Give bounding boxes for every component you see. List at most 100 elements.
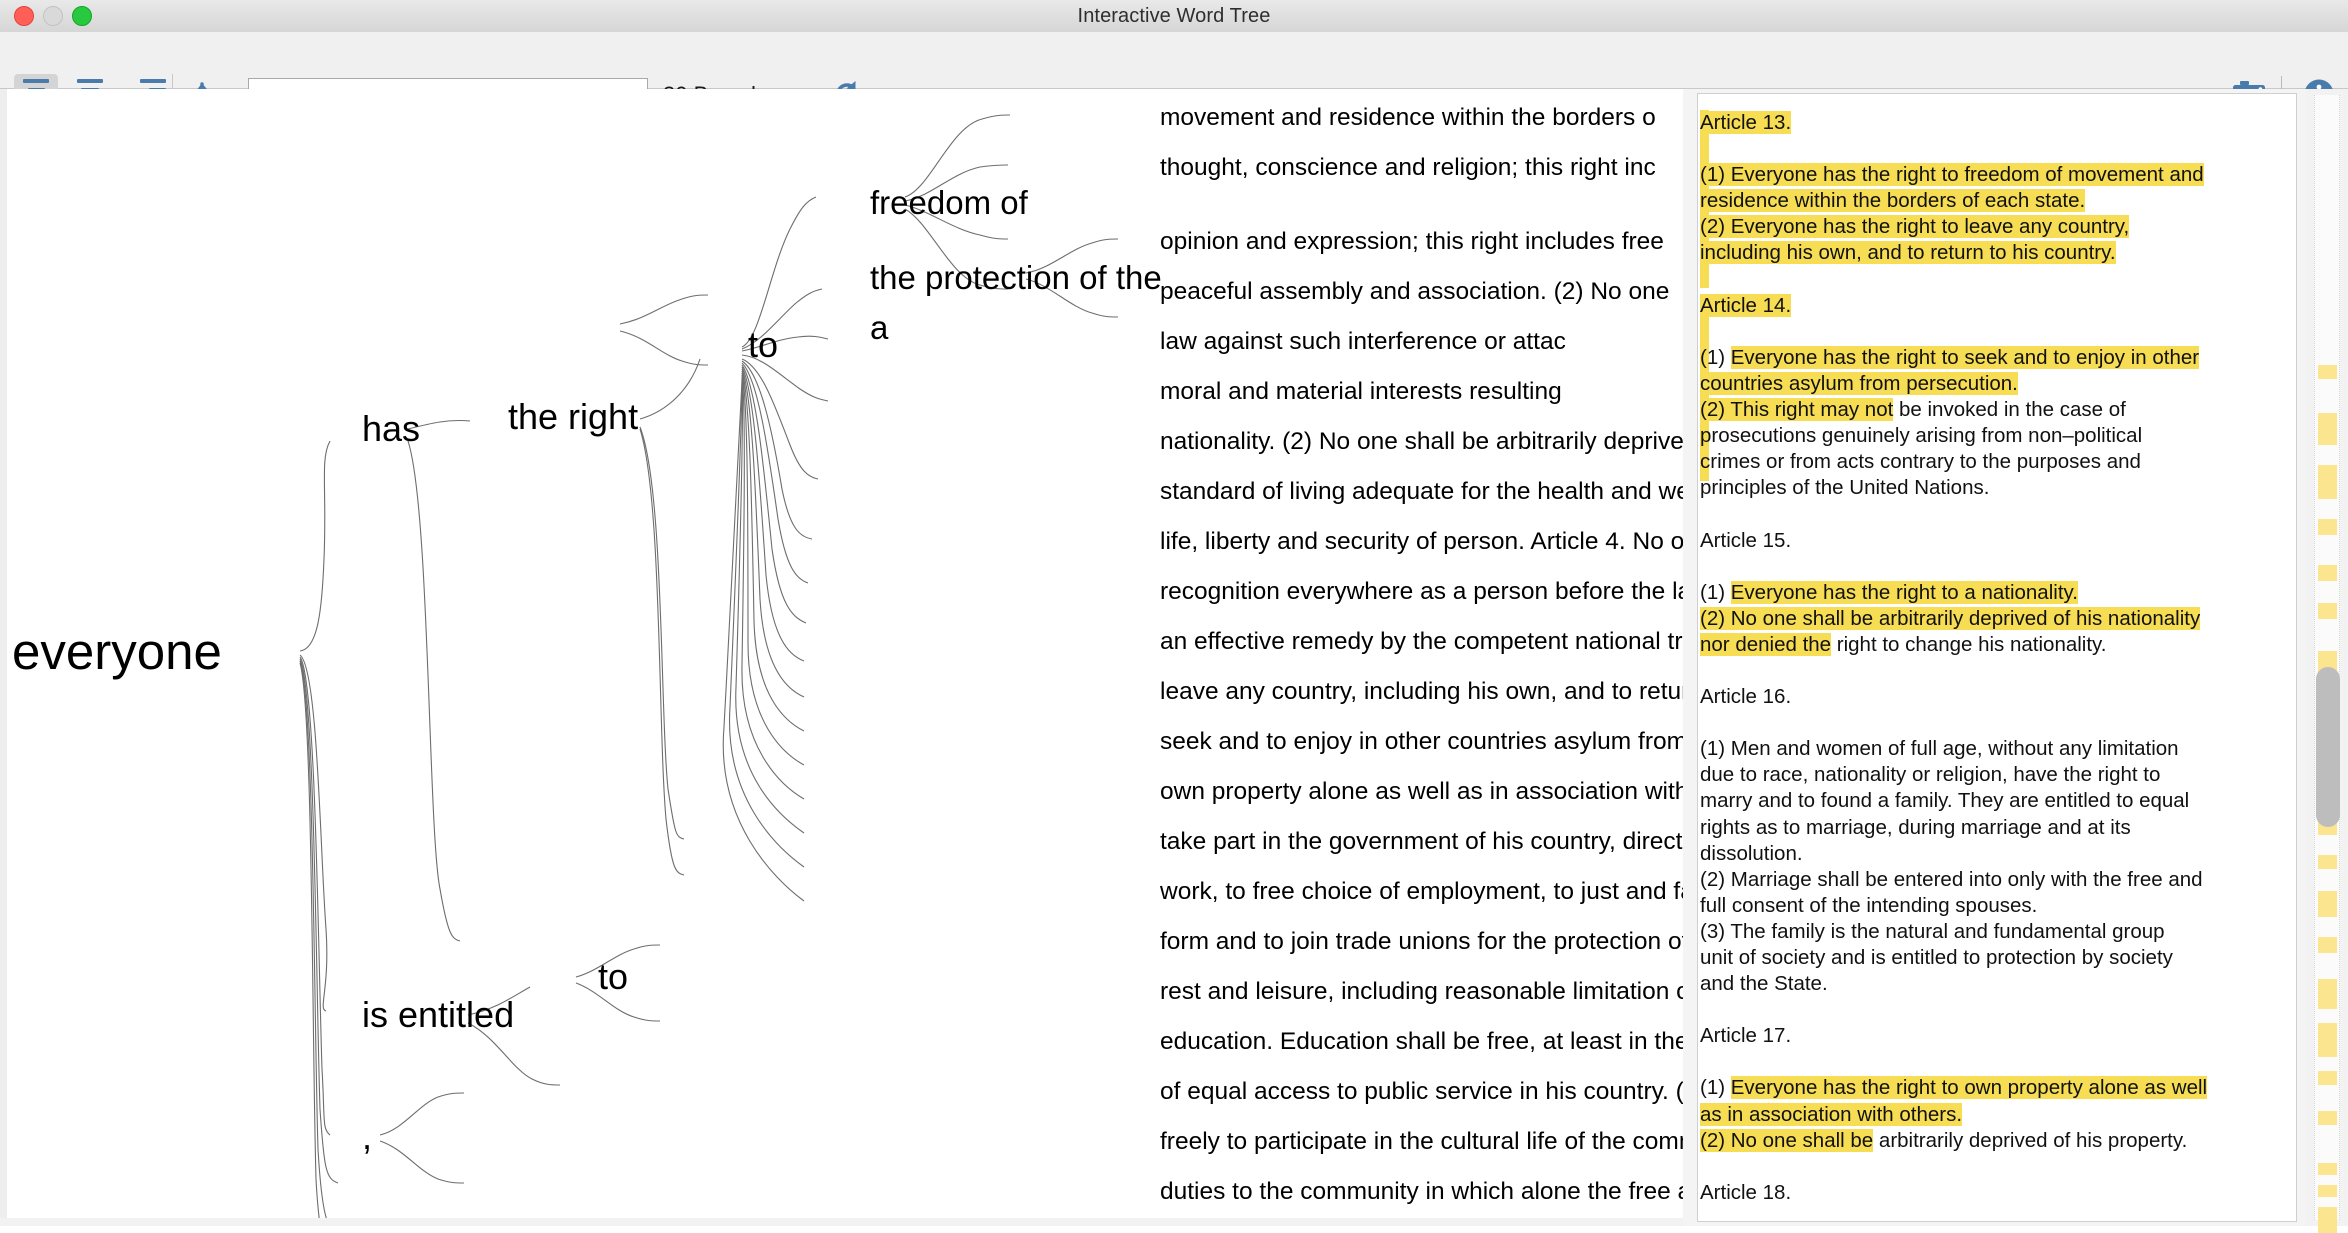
tree-leaf[interactable]: freely to participate in the cultural li… [1160, 1128, 1683, 1155]
document-line [1700, 658, 2288, 684]
tree-root-label[interactable]: everyone [12, 623, 222, 680]
scrollbar-highlight-mark [2318, 1207, 2337, 1233]
source-text-viewport[interactable]: Article 13. (1) Everyone has the right t… [1697, 93, 2297, 1222]
title-bar: Interactive Word Tree [0, 0, 2348, 33]
document-line: countries asylum from persecution. [1700, 371, 2288, 397]
document-line: (2) No one shall be arbitrarily deprived… [1700, 606, 2288, 632]
document-line [1700, 554, 2288, 580]
source-text-content[interactable]: Article 13. (1) Everyone has the right t… [1698, 94, 2296, 1206]
tree-leaf[interactable]: standard of living adequate for the heal… [1160, 478, 1683, 505]
document-text: Article 16. [1700, 685, 1792, 709]
document-line: (2) Marriage shall be entered into only … [1700, 867, 2288, 893]
document-line: (3) The family is the natural and fundam… [1700, 919, 2288, 945]
tree-leaf[interactable]: law against such interference or attac [1160, 328, 1566, 355]
scrollbar-highlight-mark [2318, 891, 2337, 917]
tree-leaf[interactable]: work, to free choice of employment, to j… [1159, 878, 1683, 905]
close-button[interactable] [14, 6, 34, 26]
document-line [1700, 267, 2288, 293]
word-tree-canvas[interactable]: everyone has is entitled , the right to … [0, 89, 1683, 1226]
tree-leaf[interactable]: leave any country, including his own, an… [1160, 678, 1683, 705]
scrollbar-highlight-mark [2318, 413, 2337, 445]
tree-leaf[interactable]: thought, conscience and religion; this r… [1160, 154, 1656, 181]
document-line [1700, 1049, 2288, 1075]
application-window: Interactive Word Tree everyone everyone … [0, 0, 2348, 1233]
window-title: Interactive Word Tree [1077, 4, 1271, 27]
tree-leaf[interactable]: own property alone as well as in associa… [1160, 778, 1683, 805]
document-line: (1) Everyone has the right to own proper… [1700, 1075, 2288, 1101]
document-line: (2) No one shall be arbitrarily deprived… [1700, 1128, 2288, 1154]
document-text: (1) Men and women of full age, without a… [1700, 737, 2179, 761]
document-line: as in association with others. [1700, 1102, 2288, 1128]
source-text-panel: Article 13. (1) Everyone has the right t… [1683, 89, 2348, 1226]
document-line: dissolution. [1700, 841, 2288, 867]
tree-node-to-1[interactable]: to [748, 324, 778, 365]
scrollbar-highlight-mark [2318, 1023, 2337, 1057]
tree-leaf[interactable]: duties to the community in which alone t… [1160, 1178, 1683, 1205]
scrollbar-highlight-mark [2318, 565, 2337, 581]
scrollbar-highlight-mark [2318, 1071, 2337, 1085]
document-line: Article 18. [1700, 1180, 2288, 1206]
tree-node-to-2[interactable]: to [598, 956, 628, 997]
tree-node-has[interactable]: has [362, 408, 420, 449]
tree-leaf[interactable]: recognition everywhere as a person befor… [1160, 578, 1683, 605]
highlighted-text: residence within the borders of each sta… [1700, 189, 2086, 213]
tree-leaf[interactable]: opinion and expression; this right inclu… [1160, 228, 1664, 255]
document-line: (2) This right may not be invoked in the… [1700, 397, 2288, 423]
document-line [1700, 1154, 2288, 1180]
zoom-button[interactable] [72, 6, 92, 26]
tree-leaf[interactable]: nationality. (2) No one shall be arbitra… [1160, 428, 1683, 455]
tree-node-protection-of[interactable]: the protection of the [870, 259, 1162, 296]
canvas-bottom-rail [0, 1218, 1683, 1226]
tree-leaf[interactable]: an effective remedy by the competent nat… [1160, 628, 1683, 655]
window-controls [14, 0, 92, 32]
tree-leaf[interactable]: moral and material interests resulting [1160, 378, 1562, 405]
minimize-button[interactable] [43, 6, 63, 26]
scrollbar-highlight-mark [2318, 937, 2337, 953]
document-text: and the State. [1700, 972, 1828, 996]
tree-node-comma[interactable]: , [362, 1116, 372, 1157]
scrollbar-track[interactable] [2314, 95, 2340, 1233]
tree-node-is-entitled[interactable]: is entitled [362, 994, 514, 1035]
document-text: arbitrarily deprived of his property. [1873, 1128, 2188, 1152]
tree-leaf[interactable]: of equal access to public service in his… [1160, 1078, 1683, 1105]
align-center-icon [77, 78, 103, 83]
document-text: (1) [1700, 345, 1731, 369]
highlighted-text: (2) Everyone has the right to leave any … [1700, 215, 2130, 239]
tree-node-a[interactable]: a [870, 309, 889, 346]
document-text: (1) [1700, 580, 1731, 604]
word-tree-graphic[interactable]: everyone has is entitled , the right to … [0, 89, 1683, 1226]
document-line: including his own, and to return to his … [1700, 240, 2288, 266]
tree-leaf[interactable]: education. Education shall be free, at l… [1160, 1028, 1683, 1055]
scrollbar-region[interactable] [2306, 89, 2348, 1233]
tree-leaf[interactable]: take part in the government of his count… [1160, 828, 1683, 855]
document-text: Article 18. [1700, 1180, 1792, 1204]
document-text: dissolution. [1700, 841, 1803, 865]
document-line: (1) Everyone has the right to a national… [1700, 580, 2288, 606]
document-text: (1) [1700, 1076, 1731, 1100]
tree-node-the-right[interactable]: the right [508, 396, 638, 437]
document-text: marry and to found a family. They are en… [1700, 789, 2190, 813]
tree-leaf[interactable]: rest and leisure, including reasonable l… [1160, 978, 1683, 1005]
tree-leaf[interactable]: life, liberty and security of person. Ar… [1160, 528, 1683, 555]
tree-leaf[interactable]: seek and to enjoy in other countries asy… [1160, 728, 1683, 755]
document-line: (2) Everyone has the right to leave any … [1700, 214, 2288, 240]
scrollbar-highlight-mark [2318, 1163, 2337, 1175]
document-line: Article 16. [1700, 684, 2288, 710]
tree-leaf[interactable]: peaceful assembly and association. (2) N… [1160, 278, 1669, 305]
document-line: Article 17. [1700, 1023, 2288, 1049]
tree-node-freedom-of[interactable]: freedom of [870, 184, 1029, 221]
highlighted-text: Article 14. [1700, 293, 1792, 317]
highlighted-text: Everyone has the right to own property a… [1730, 1076, 2208, 1100]
document-line: prosecutions genuinely arising from non–… [1700, 423, 2288, 449]
document-line [1700, 501, 2288, 527]
scrollbar-thumb[interactable] [2316, 667, 2340, 827]
scrollbar-highlight-mark [2318, 1185, 2337, 1197]
tree-leaf[interactable]: movement and residence within the border… [1160, 104, 1656, 131]
highlighted-text: Article 13. [1700, 111, 1792, 134]
tree-leaf[interactable]: form and to join trade unions for the pr… [1160, 928, 1683, 955]
scrollbar-highlight-mark [2318, 979, 2337, 1009]
scrollbar-highlight-mark [2318, 365, 2337, 379]
toolbar: 30 Branches [0, 32, 2348, 115]
document-text: crimes or from acts contrary to the purp… [1700, 450, 2141, 474]
document-text: due to race, nationality or religion, ha… [1700, 763, 2161, 787]
